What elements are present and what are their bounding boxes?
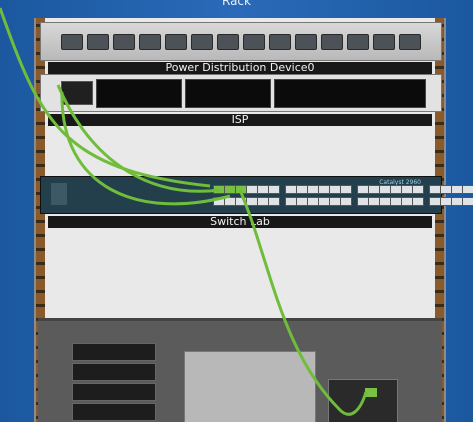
switch-label: Switch Lab bbox=[48, 216, 432, 228]
power-outlet-icon bbox=[269, 34, 291, 50]
rj45-port-icon[interactable] bbox=[412, 185, 424, 194]
rj45-port-icon[interactable] bbox=[268, 197, 280, 206]
rj45-port-icon[interactable] bbox=[340, 197, 352, 206]
rj45-port-icon[interactable] bbox=[340, 185, 352, 194]
isp-module-icon bbox=[61, 81, 93, 105]
rj45-port-icon[interactable] bbox=[462, 185, 473, 194]
power-outlet-icon bbox=[165, 34, 187, 50]
server-module[interactable] bbox=[184, 351, 316, 422]
rj45-port-icon[interactable] bbox=[462, 197, 473, 206]
rj45-port-icon[interactable] bbox=[268, 185, 280, 194]
server-bay[interactable] bbox=[72, 363, 156, 381]
power-outlet-icon bbox=[87, 34, 109, 50]
power-distribution-device[interactable] bbox=[40, 22, 442, 61]
rj45-port-icon[interactable] bbox=[412, 197, 424, 206]
power-outlet-icon bbox=[321, 34, 343, 50]
server-bay[interactable] bbox=[72, 343, 156, 361]
rj45-port-icon bbox=[364, 387, 378, 398]
isp-slot[interactable] bbox=[274, 79, 426, 108]
power-outlet-icon bbox=[373, 34, 395, 50]
server-bay[interactable] bbox=[72, 403, 156, 421]
server-nic[interactable] bbox=[328, 379, 398, 422]
isp-label: ISP bbox=[48, 114, 432, 126]
power-outlet-icon bbox=[295, 34, 317, 50]
power-outlet-icon bbox=[191, 34, 213, 50]
switch-status-panel bbox=[51, 183, 67, 205]
power-outlet-icon bbox=[347, 34, 369, 50]
rack-view: Rack Power Distribution Device0 ISP Cata… bbox=[0, 0, 473, 422]
power-outlet-icon bbox=[139, 34, 161, 50]
rack-frame: Power Distribution Device0 ISP Catalyst … bbox=[34, 18, 473, 422]
switch-device[interactable]: Catalyst 2960 bbox=[40, 176, 473, 214]
power-outlet-icon bbox=[243, 34, 265, 50]
power-outlet-icon bbox=[217, 34, 239, 50]
isp-device[interactable] bbox=[40, 74, 442, 112]
power-outlet-icon bbox=[113, 34, 135, 50]
isp-slot[interactable] bbox=[185, 79, 271, 108]
server-bay[interactable] bbox=[72, 383, 156, 401]
pdu-label: Power Distribution Device0 bbox=[48, 62, 432, 74]
power-outlet-icon bbox=[399, 34, 421, 50]
power-outlet-icon bbox=[61, 34, 83, 50]
server-chassis[interactable] bbox=[38, 318, 442, 422]
isp-slot[interactable] bbox=[96, 79, 182, 108]
rack-title: Rack bbox=[222, 0, 251, 8]
